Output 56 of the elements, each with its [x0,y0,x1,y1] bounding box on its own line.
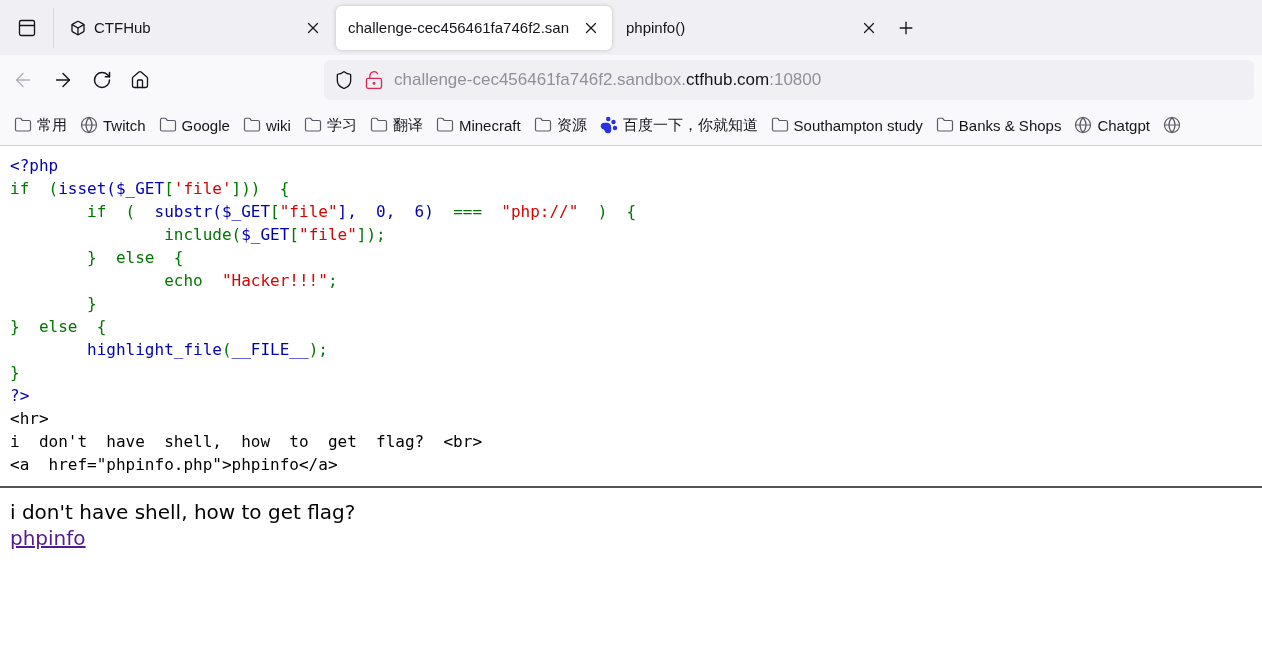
bookmark-item[interactable]: Southampton study [770,116,923,134]
bookmark-item[interactable]: Minecraft [435,116,521,134]
code-line: ?> [10,385,30,407]
code-line: } [10,362,20,384]
folder-icon [770,116,789,134]
code-line: if ( substr($_GET["file"], 0, 6) === "php://" ) { [86,201,637,223]
bookmark-item[interactable]: 学习 [303,115,357,135]
globe-icon [1162,116,1181,134]
url-text: challenge-cec456461fa746f2.sandbox.ctfhub.com:10800 [394,70,822,90]
bookmark-item[interactable]: 资源 [533,115,587,135]
message-text: i don't have shell, how to get flag? [10,499,357,525]
code-line: highlight_file(__FILE__); [86,339,328,361]
globe-icon [80,116,98,134]
folder-icon [14,116,32,134]
folder-icon [533,116,552,134]
folder-icon [303,116,322,134]
tab-title: CTFHub [94,19,152,36]
folder-icon [369,116,388,134]
sidebar-icon [16,17,37,38]
tab-title: challenge-cec456461fa746f2.san [348,19,570,36]
bookmark-item[interactable]: 百度一下，你就知道 [599,115,758,135]
code-line: } else { [10,316,107,338]
code-line: } [86,293,97,315]
shield-icon [334,70,354,90]
folder-icon [242,116,261,134]
code-line: <hr> [10,408,49,430]
globe-icon [1074,116,1093,134]
folder-icon [435,116,454,134]
browser-tab[interactable]: CTFHub [58,5,334,50]
address-field[interactable]: challenge-cec456461fa746f2.sandbox.ctfhub.com:10800 [324,60,1254,100]
code-line: } else { [86,247,184,269]
bookmark-item[interactable]: wiki [242,116,291,134]
home-icon [130,70,150,90]
reload-icon [92,70,112,90]
bookmark-item[interactable] [1162,116,1181,134]
bookmark-item[interactable]: Google [158,116,230,134]
code-line: i don't have shell, how to get flag? <br> [10,431,482,453]
browser-tab[interactable]: phpinfo() [614,5,890,50]
code-line: if (isset($_GET['file'])) { [10,178,290,200]
bookmark-item[interactable]: Twitch [80,116,146,134]
cube-icon [70,19,86,36]
bookmark-item[interactable]: 常用 [14,115,67,135]
code-line: <?php [10,155,59,177]
insecure-lock-icon [364,70,384,90]
code-line: include($_GET["file"]); [163,224,386,246]
bookmark-item[interactable]: Banks & Shops [935,116,1062,134]
bookmark-item[interactable]: Chatgpt [1074,116,1150,134]
tab-title: phpinfo() [626,19,687,36]
browser-tab[interactable]: challenge-cec456461fa746f2.san [336,5,612,50]
paw-icon [599,116,618,134]
code-line: echo "Hacker!!!"; [163,270,338,292]
bookmark-item[interactable]: 翻译 [369,115,423,135]
phpinfo-link[interactable]: phpinfo [10,526,86,550]
folder-icon [935,116,954,134]
folder-icon [158,116,177,134]
code-line: <a href="phpinfo.php">phpinfo</a> [10,454,338,476]
